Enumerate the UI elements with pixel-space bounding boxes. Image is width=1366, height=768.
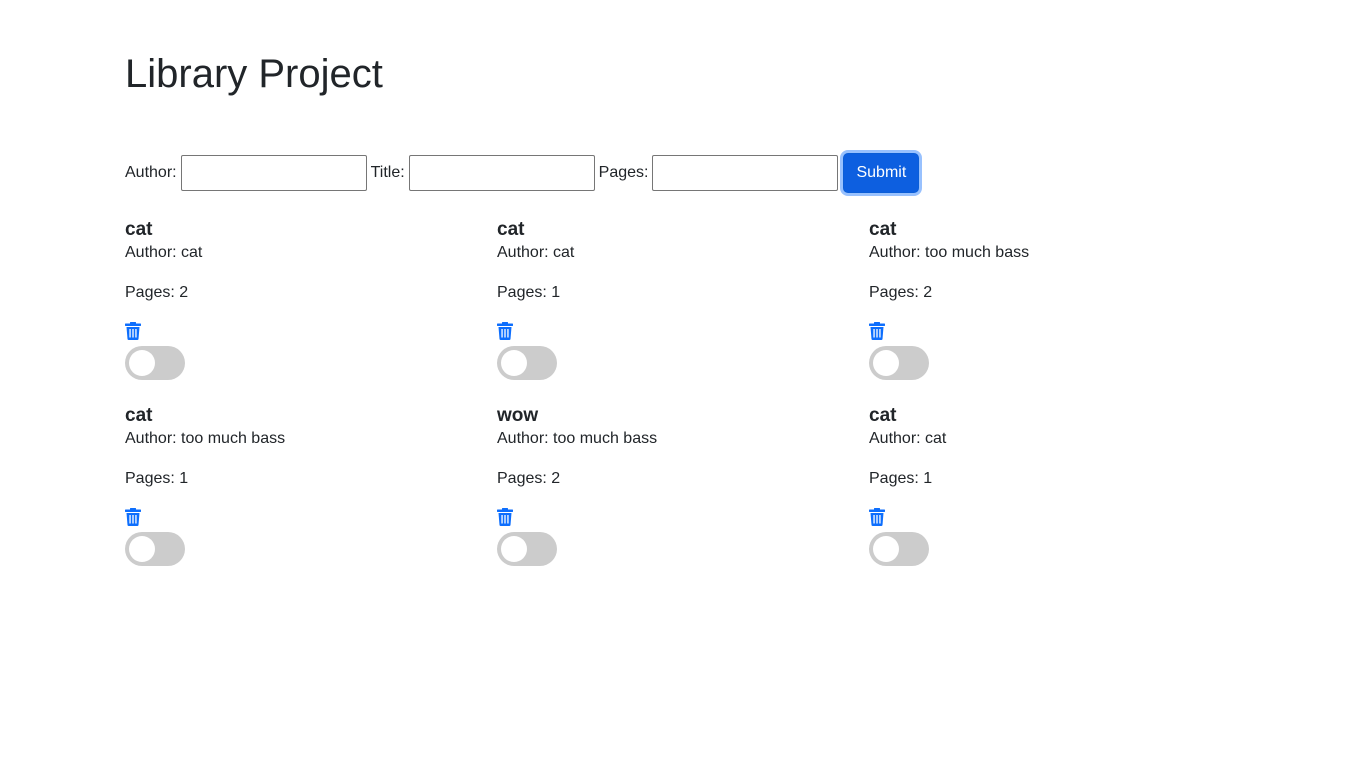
book-pages: Pages: 2	[869, 284, 933, 301]
book-title: wow	[497, 405, 539, 426]
read-toggle[interactable]	[125, 532, 185, 566]
trash-icon[interactable]	[497, 322, 513, 340]
book-author: Author: cat	[497, 244, 575, 261]
read-toggle[interactable]	[869, 532, 929, 566]
author-label: Author:	[125, 164, 177, 181]
book-pages: Pages: 1	[125, 470, 189, 487]
page-title: Library Project	[125, 52, 383, 96]
book-card: cat Author: cat Pages: 1	[869, 404, 1229, 566]
toggle-knob	[501, 536, 527, 562]
toggle-knob	[129, 350, 155, 376]
book-author: Author: cat	[125, 244, 203, 261]
pages-label: Pages:	[598, 164, 649, 181]
pages-input[interactable]	[652, 155, 839, 191]
book-title: cat	[497, 219, 525, 240]
book-author: Author: too much bass	[125, 430, 286, 447]
trash-icon[interactable]	[869, 508, 885, 526]
book-pages: Pages: 2	[497, 470, 561, 487]
add-book-form: Author: Title: Pages: Submit	[125, 152, 920, 194]
book-title: cat	[869, 219, 897, 240]
book-author: Author: cat	[869, 430, 947, 447]
book-card: cat Author: cat Pages: 1	[497, 218, 857, 380]
title-label: Title:	[370, 164, 405, 181]
page: Library Project Author: Title: Pages: Su…	[0, 0, 1366, 768]
book-author: Author: too much bass	[869, 244, 1030, 261]
trash-icon[interactable]	[125, 322, 141, 340]
read-toggle[interactable]	[497, 346, 557, 380]
read-toggle[interactable]	[869, 346, 929, 380]
book-pages: Pages: 2	[125, 284, 189, 301]
toggle-knob	[129, 536, 155, 562]
read-toggle[interactable]	[497, 532, 557, 566]
book-title: cat	[869, 405, 897, 426]
trash-icon[interactable]	[497, 508, 513, 526]
trash-icon[interactable]	[869, 322, 885, 340]
trash-icon[interactable]	[125, 508, 141, 526]
book-title: cat	[125, 219, 153, 240]
book-card: cat Author: too much bass Pages: 2	[869, 218, 1229, 380]
book-title: cat	[125, 405, 153, 426]
book-pages: Pages: 1	[869, 470, 933, 487]
title-input[interactable]	[408, 155, 595, 191]
author-input[interactable]	[180, 155, 367, 191]
book-card: cat Author: cat Pages: 2	[125, 218, 485, 380]
toggle-knob	[873, 536, 899, 562]
book-card: wow Author: too much bass Pages: 2	[497, 404, 857, 566]
submit-button[interactable]: Submit	[843, 153, 920, 193]
book-card: cat Author: too much bass Pages: 1	[125, 404, 485, 566]
read-toggle[interactable]	[125, 346, 185, 380]
toggle-knob	[873, 350, 899, 376]
book-pages: Pages: 1	[497, 284, 561, 301]
book-author: Author: too much bass	[497, 430, 658, 447]
toggle-knob	[501, 350, 527, 376]
